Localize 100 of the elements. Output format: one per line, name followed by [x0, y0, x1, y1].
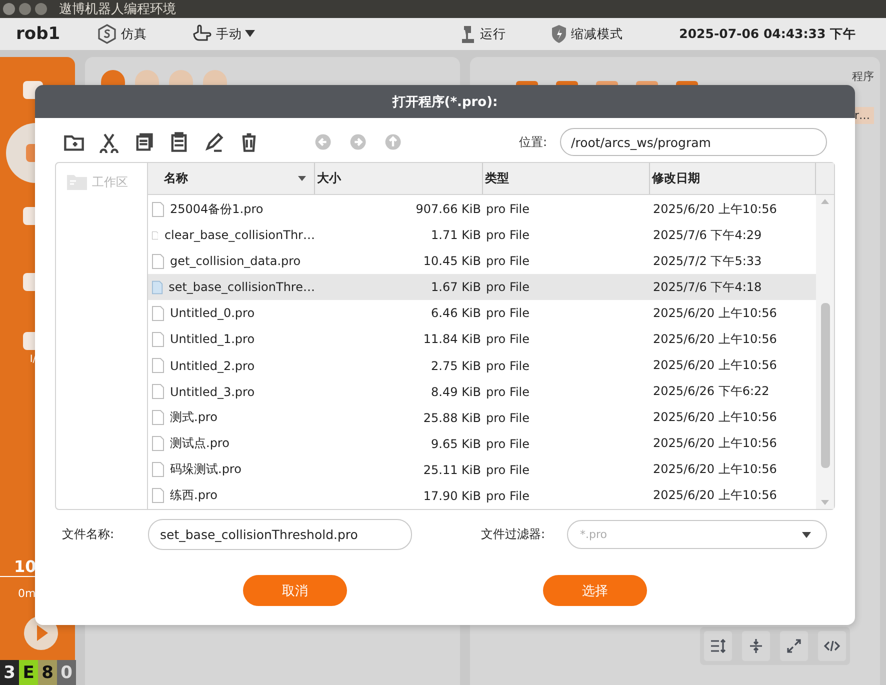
scrollbar-thumb[interactable] [820, 302, 830, 468]
file-icon [152, 280, 163, 295]
column-header[interactable]: 修改日期 [650, 163, 816, 194]
file-row[interactable]: set_base_collisionThre… 1.67 KiB pro File 2025/7/6 下午4:18 [148, 274, 816, 300]
toolbar-button[interactable]: 运行 [459, 24, 506, 44]
tool-button[interactable] [742, 631, 770, 661]
toolbar-button[interactable]: 手动 [191, 24, 255, 44]
file-row[interactable]: 码垛测试.pro 25.11 KiB pro File 2025/6/20 上午10:56 [148, 456, 816, 483]
date-time: 2025-07-06 04:43:33 下午 [679, 26, 856, 42]
file-name: 练西.pro [170, 487, 218, 504]
window-title: 遨博机器人编程环境 [59, 1, 176, 18]
file-date: 2025/6/20 上午10:56 [653, 487, 777, 504]
scissors-icon[interactable] [98, 131, 120, 153]
status-chip: 0 [57, 660, 76, 685]
file-row[interactable]: clear_base_collisionThr… 1.71 KiB pro File 2025/7/6 下午4:29 [148, 222, 816, 248]
file-name: Untitled_0.pro [170, 306, 255, 320]
file-type: pro File [486, 384, 530, 399]
file-size: 10.45 KiB [423, 254, 481, 268]
file-size: 25.88 KiB [423, 410, 481, 425]
file-type: pro File [486, 254, 530, 268]
robot-name: rob1 [16, 24, 62, 44]
file-name: Untitled_3.pro [170, 384, 255, 399]
file-icon [152, 358, 164, 373]
file-name: 25004备份1.pro [170, 200, 264, 218]
file-date: 2025/6/26 下午6:22 [653, 383, 770, 400]
pencil-icon[interactable] [203, 131, 225, 153]
file-type: pro File [486, 228, 530, 242]
file-row[interactable]: 测式.pro 25.88 KiB pro File 2025/6/20 上午10:56 [148, 404, 816, 431]
file-date: 2025/7/2 下午5:33 [653, 252, 762, 270]
file-date: 2025/7/6 下午4:18 [653, 278, 762, 296]
tool-button[interactable] [704, 631, 732, 661]
filename-field[interactable]: set_base_collisionThreshold.pro [148, 519, 412, 550]
column-header[interactable]: 名称 [148, 163, 315, 194]
file-date: 2025/7/6 下午4:29 [653, 226, 762, 244]
location-label: 位置: [518, 134, 547, 150]
caret-icon [245, 30, 255, 38]
file-name: 码垛测试.pro [170, 461, 242, 478]
toolbar-button[interactable]: 仿真 [96, 23, 147, 45]
file-type: pro File [486, 280, 530, 294]
file-size: 907.66 KiB [416, 202, 481, 216]
file-row[interactable]: 测试点.pro 9.65 KiB pro File 2025/6/20 上午10:56 [148, 430, 816, 457]
file-name: get_collision_data.pro [170, 254, 301, 268]
status-chip: E [19, 660, 38, 685]
file-name: clear_base_collisionThr… [164, 228, 315, 242]
file-type: pro File [486, 488, 530, 503]
file-date: 2025/6/20 上午10:56 [653, 435, 777, 452]
speed-unit: 0m [17, 586, 36, 600]
file-date: 2025/6/20 上午10:56 [653, 409, 777, 426]
filename-label: 文件名称: [62, 526, 116, 543]
hexagon-s-icon [96, 23, 118, 45]
file-size: 8.49 KiB [431, 384, 481, 399]
robot-arm-icon [459, 24, 477, 44]
caret-icon [802, 532, 811, 538]
close-button[interactable] [3, 3, 15, 15]
file-name: 测试点.pro [170, 435, 230, 452]
status-chip: 8 [38, 660, 57, 685]
file-name: Untitled_1.pro [170, 332, 255, 346]
column-header[interactable]: 大小 [315, 163, 483, 194]
maximize-button[interactable] [35, 3, 47, 15]
file-size: 1.71 KiB [431, 228, 481, 242]
file-type: pro File [486, 358, 530, 372]
file-row[interactable]: 25004备份1.pro 907.66 KiB pro File 2025/6/20 上午10:56 [148, 196, 816, 222]
file-row[interactable]: Untitled_0.pro 6.46 KiB pro File 2025/6/20 上午10:56 [148, 300, 816, 326]
filter-dropdown[interactable]: *.pro [567, 520, 827, 549]
file-name: 测式.pro [170, 409, 218, 426]
minimize-button[interactable] [19, 3, 31, 15]
collapse-icon [747, 637, 765, 655]
expand-icon [785, 637, 803, 655]
hand-icon [191, 24, 213, 44]
location-field[interactable]: /root/arcs_ws/program [560, 128, 827, 156]
file-size: 2.75 KiB [431, 358, 481, 372]
sort-caret-icon [298, 176, 306, 181]
file-icon [152, 410, 164, 426]
filter-label: 文件过滤器: [480, 526, 545, 543]
file-type: pro File [486, 332, 530, 346]
file-row[interactable]: get_collision_data.pro 10.45 KiB pro File 2025/7/2 下午5:33 [148, 248, 816, 274]
toolbar-button[interactable]: 缩减模式 [550, 24, 623, 44]
file-size: 9.65 KiB [431, 436, 481, 451]
tool-button[interactable] [818, 631, 846, 661]
file-icon [152, 202, 164, 217]
column-header[interactable]: 类型 [483, 163, 650, 194]
file-date: 2025/6/20 上午10:56 [653, 304, 777, 322]
file-type: pro File [486, 436, 530, 451]
file-icon [152, 384, 164, 400]
file-row[interactable]: Untitled_1.pro 11.84 KiB pro File 2025/6/20 上午10:56 [148, 326, 816, 352]
tool-button[interactable] [780, 631, 808, 661]
file-row[interactable]: 练西.pro 17.90 KiB pro File 2025/6/20 上午10:56 [148, 482, 816, 509]
file-type: pro File [486, 306, 530, 320]
file-date: 2025/6/20 上午10:56 [653, 330, 777, 348]
file-type: pro File [486, 410, 530, 425]
scrollbar[interactable] [816, 195, 834, 509]
sort-icon [709, 637, 727, 655]
file-row[interactable]: Untitled_3.pro 8.49 KiB pro File 2025/6/26 下午6:22 [148, 378, 816, 405]
dialog-title: 打开程序(*.pro): [392, 94, 498, 110]
status-chip: 3 [0, 660, 19, 685]
file-row[interactable]: Untitled_2.pro 2.75 KiB pro File 2025/6/20 上午10:56 [148, 352, 816, 379]
file-size: 1.67 KiB [431, 280, 481, 294]
file-date: 2025/6/20 上午10:56 [653, 461, 777, 478]
shield-icon [550, 24, 568, 44]
file-size: 17.90 KiB [423, 488, 481, 503]
